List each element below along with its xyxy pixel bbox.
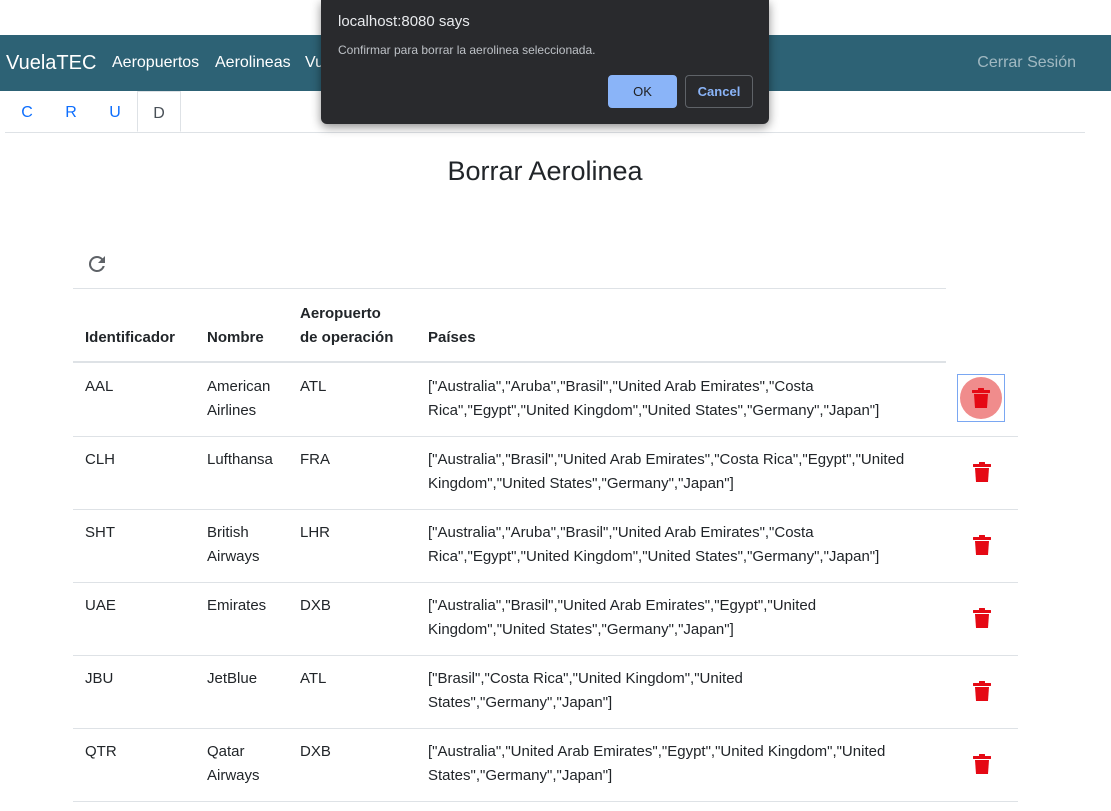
cell-countries-line2: States","Germany","Japan"] [428, 767, 613, 784]
cell-id: AAL [85, 378, 114, 395]
brand-logo[interactable]: VuelaTEC [6, 52, 96, 75]
header-airport-line2: de operación [300, 329, 394, 346]
cell-name: Lufthansa [207, 451, 273, 468]
delete-button[interactable] [969, 678, 995, 704]
dialog-title: localhost:8080 says [338, 13, 470, 30]
cell-countries: ["Australia","Brasil","United Arab Emira… [428, 451, 905, 468]
cell-name: American [207, 378, 271, 395]
cell-name: Emirates [207, 597, 267, 614]
cell-countries: ["Australia","Aruba","Brasil","United Ar… [428, 524, 814, 541]
cell-airport: DXB [300, 597, 331, 614]
cell-name: Qatar [207, 743, 245, 760]
tab-create[interactable]: C [5, 91, 49, 132]
trash-icon [973, 608, 991, 628]
cell-id: JBU [85, 670, 114, 687]
cell-airport: DXB [300, 743, 331, 760]
delete-button[interactable] [969, 751, 995, 777]
cell-countries: ["Brasil","Costa Rica","United Kingdom",… [428, 670, 743, 687]
trash-icon [973, 535, 991, 555]
cell-countries-line2: States","Germany","Japan"] [428, 694, 613, 711]
cell-countries-line2: Rica","Egypt","United Kingdom","United S… [428, 402, 880, 419]
cell-name-line2: Airlines [207, 402, 257, 419]
tab-update[interactable]: U [93, 91, 137, 132]
cell-countries-line2: Kingdom","United States","Germany","Japa… [428, 621, 734, 638]
cell-id: QTR [85, 743, 117, 760]
nav-link-aerolineas[interactable]: Aerolineas [215, 54, 291, 72]
confirm-dialog: localhost:8080 says Confirmar para borra… [321, 0, 769, 124]
delete-button[interactable] [969, 532, 995, 558]
cell-countries-line2: Rica","Egypt","United Kingdom","United S… [428, 548, 880, 565]
dialog-message: Confirmar para borrar la aerolinea selec… [338, 43, 596, 57]
trash-icon [973, 754, 991, 774]
delete-button[interactable] [969, 605, 995, 631]
cell-airport: LHR [300, 524, 331, 541]
cell-name: British [207, 524, 249, 541]
table-top-border [73, 288, 946, 289]
page-title: Borrar Aerolinea [447, 156, 643, 186]
cell-countries-line2: Kingdom","United States","Germany","Japa… [428, 475, 734, 492]
tab-delete[interactable]: D [137, 91, 181, 132]
delete-button[interactable] [969, 459, 995, 485]
cancel-button[interactable]: Cancel [685, 75, 753, 108]
delete-button[interactable] [957, 374, 1005, 422]
cell-id: CLH [85, 451, 116, 468]
cell-id: SHT [85, 524, 115, 541]
cell-airport: ATL [300, 670, 327, 687]
trash-icon [973, 681, 991, 701]
cell-countries: ["Australia","Brasil","United Arab Emira… [428, 597, 817, 614]
cell-name-line2: Airways [207, 767, 260, 784]
trash-icon [973, 462, 991, 482]
header-id: Identificador [85, 329, 176, 346]
cell-name: JetBlue [207, 670, 258, 687]
refresh-icon [88, 255, 105, 272]
nav-link-aeropuertos[interactable]: Aeropuertos [112, 54, 199, 72]
header-airport-line1: Aeropuerto [300, 305, 381, 322]
cell-name-line2: Airways [207, 548, 260, 565]
cell-airport: ATL [300, 378, 327, 395]
tab-read[interactable]: R [49, 91, 93, 132]
ok-button[interactable]: OK [608, 75, 677, 108]
refresh-button[interactable] [85, 252, 109, 276]
header-name: Nombre [207, 329, 264, 346]
cell-airport: FRA [300, 451, 330, 468]
cell-countries: ["Australia","United Arab Emirates","Egy… [428, 743, 886, 760]
cell-countries: ["Australia","Aruba","Brasil","United Ar… [428, 378, 814, 395]
logout-link[interactable]: Cerrar Sesión [977, 54, 1076, 72]
header-countries: Países [428, 329, 476, 346]
cell-id: UAE [85, 597, 116, 614]
trash-icon [972, 388, 990, 408]
